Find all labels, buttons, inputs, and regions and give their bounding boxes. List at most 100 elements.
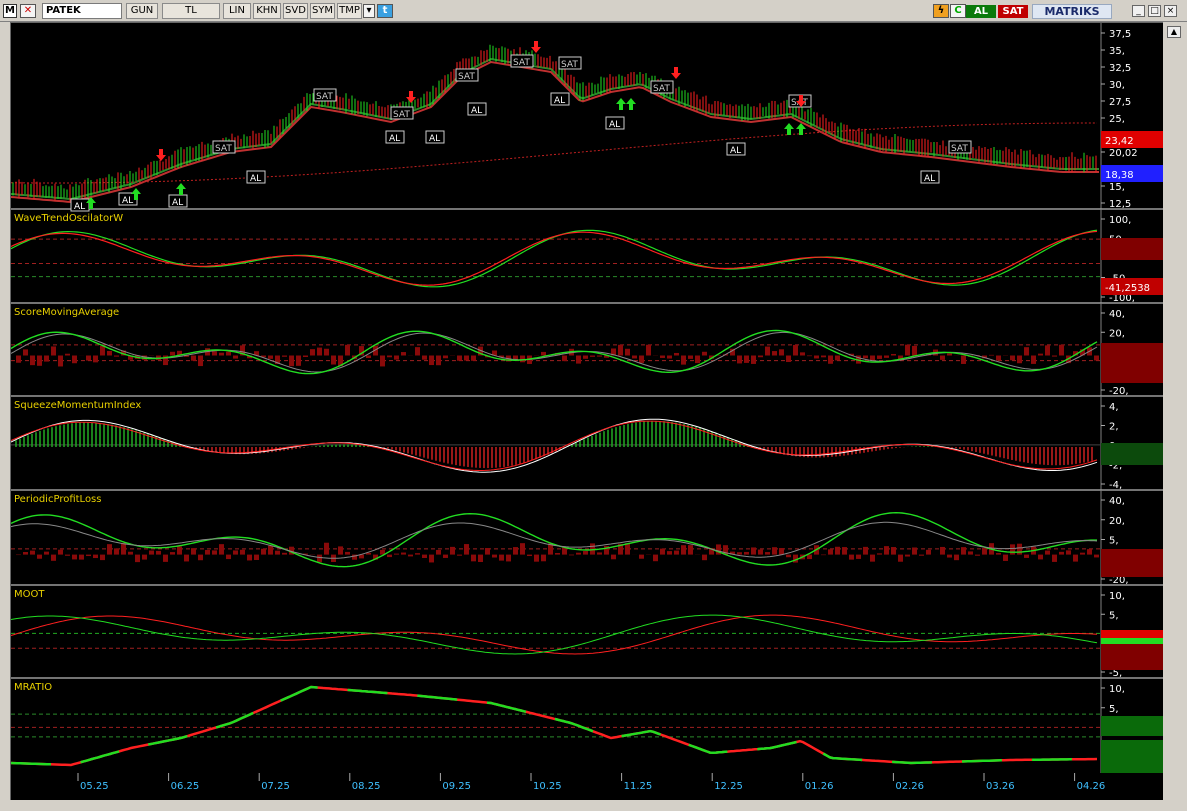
histogram-bar [107, 544, 112, 555]
histogram-bar [324, 348, 329, 356]
histogram-bar [576, 552, 581, 555]
histogram-bar [688, 545, 693, 555]
histogram-bar [660, 355, 665, 358]
axis-tick-label: 10, [1109, 591, 1125, 602]
x-axis-label: 01.26 [805, 781, 834, 792]
histogram-bar [835, 355, 840, 361]
signal-al-label: AL [924, 174, 935, 184]
button-tmp[interactable]: TMP [337, 3, 362, 19]
wavetrend-marker-box [1101, 238, 1164, 260]
dropdown-arrow-icon[interactable]: ▾ [363, 4, 375, 18]
histogram-bar [1094, 554, 1099, 558]
button-svd[interactable]: SVD [283, 3, 308, 19]
histogram-bar [597, 552, 602, 555]
histogram-bar [1052, 554, 1057, 562]
histogram-bar [737, 552, 742, 555]
histogram-bar [919, 554, 924, 556]
histogram-bar [870, 554, 875, 562]
panel-title: MRATIO [14, 682, 52, 693]
period-button-gun[interactable]: GUN [126, 3, 158, 19]
histogram-bar [1003, 554, 1008, 561]
histogram-bar [191, 355, 196, 361]
axis-tick-label: 5, [1109, 704, 1119, 715]
histogram-bar [345, 344, 350, 356]
histogram-bar [93, 355, 98, 363]
buy-button[interactable]: AL [966, 5, 996, 18]
histogram-bar [702, 351, 707, 356]
histogram-bar [142, 554, 147, 560]
histogram-bar [590, 355, 595, 357]
histogram-bar [891, 353, 896, 356]
histogram-bar [296, 355, 301, 366]
histogram-bar [506, 554, 511, 562]
histogram-bar [37, 355, 42, 366]
chart-canvas[interactable]: 37,535,32,530,27,525,22,520,0218,3815,12… [10, 23, 1164, 803]
axis-tick-label: 25, [1109, 114, 1125, 125]
histogram-bar [541, 554, 546, 562]
histogram-bar [93, 554, 98, 559]
x-axis-label: 12.25 [714, 781, 743, 792]
histogram-bar [387, 355, 392, 358]
histogram-bar [247, 554, 252, 561]
scale-button-lin[interactable]: LIN [223, 3, 251, 19]
currency-button-tl[interactable]: TL [162, 3, 220, 19]
sell-button[interactable]: SAT [998, 5, 1028, 18]
close-chart-icon[interactable]: ✕ [20, 4, 36, 18]
histogram-bar [317, 554, 322, 563]
histogram-bar [121, 542, 126, 555]
histogram-bar [688, 355, 693, 359]
histogram-bar [786, 355, 791, 363]
histogram-bar [268, 355, 273, 359]
histogram-bar [1052, 355, 1057, 357]
panel-title: PeriodicProfitLoss [14, 494, 101, 505]
histogram-bar [842, 547, 847, 555]
histogram-bar [884, 355, 889, 358]
histogram-bar [989, 354, 994, 356]
button-sym[interactable]: SYM [310, 3, 335, 19]
right-scrollbar[interactable]: ▲ [1163, 22, 1187, 811]
scroll-up-icon[interactable]: ▲ [1167, 26, 1181, 38]
symbol-input[interactable]: PATEK [42, 3, 122, 19]
panel-title: ScoreMovingAverage [14, 307, 119, 318]
signal-sat-label: SAT [393, 110, 410, 120]
histogram-bar [415, 347, 420, 356]
histogram-bar [765, 346, 770, 356]
maximize-icon[interactable]: □ [1148, 5, 1161, 17]
histogram-bar [800, 352, 805, 356]
histogram-bar [632, 355, 637, 359]
histogram-bar [303, 355, 308, 358]
histogram-bar [51, 554, 56, 561]
x-axis-label: 11.25 [624, 781, 653, 792]
chart-area[interactable]: 37,535,32,530,27,525,22,520,0218,3815,12… [10, 22, 1173, 803]
axis-tick-label: 100, [1109, 215, 1131, 226]
histogram-bar [1038, 353, 1043, 356]
squeeze-marker-box [1101, 443, 1164, 465]
histogram-bar [30, 550, 35, 555]
histogram-bar [394, 355, 399, 360]
histogram-bar [429, 355, 434, 366]
histogram-bar [1045, 345, 1050, 356]
histogram-bar [520, 355, 525, 363]
histogram-bar [149, 550, 154, 555]
moot-marker-red [1101, 630, 1164, 638]
histogram-bar [198, 355, 203, 367]
histogram-bar [968, 551, 973, 555]
histogram-bar [100, 554, 105, 561]
minimize-icon[interactable]: _ [1132, 5, 1145, 17]
lightning-icon[interactable]: ϟ [933, 4, 949, 18]
histogram-bar [751, 547, 756, 555]
histogram-bar [289, 355, 294, 367]
panel-title: WaveTrendOscilatorW [14, 213, 123, 224]
histogram-bar [37, 554, 42, 559]
x-axis-label: 07.25 [261, 781, 290, 792]
histogram-bar [660, 548, 665, 555]
twitter-icon[interactable]: t [377, 4, 393, 18]
close-icon[interactable]: × [1164, 5, 1177, 17]
histogram-bar [464, 355, 469, 361]
c-icon[interactable]: C [950, 4, 966, 18]
histogram-bar [135, 554, 140, 563]
button-khn[interactable]: KHN [253, 3, 281, 19]
histogram-bar [849, 554, 854, 560]
signal-al-label: AL [389, 134, 400, 144]
histogram-bar [1087, 549, 1092, 555]
